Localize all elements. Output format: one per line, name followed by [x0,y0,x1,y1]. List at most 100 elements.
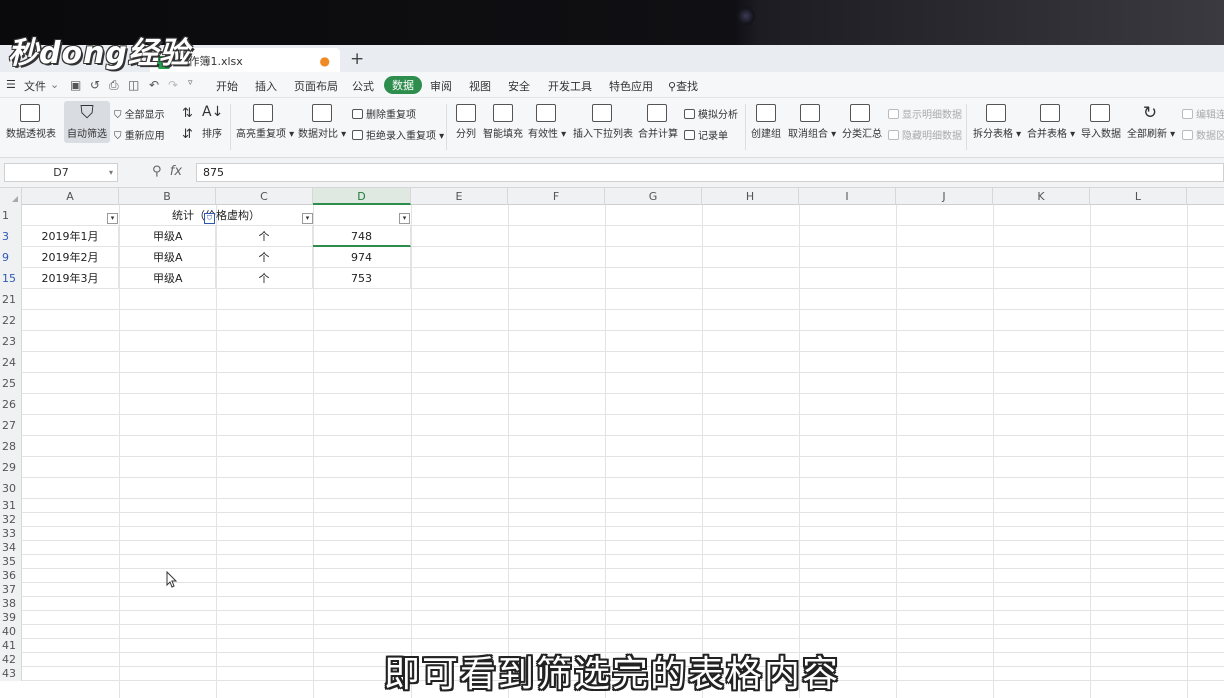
create-group-button[interactable]: 创建组 [751,104,781,140]
save-icon[interactable]: ▣ [70,78,81,92]
cell-d[interactable]: 974 [313,247,411,268]
column-header-a[interactable]: A [22,188,119,205]
subtotal-button[interactable]: 分类汇总 [842,104,882,140]
cell-b[interactable]: 甲级A [119,268,216,289]
column-header-h[interactable]: H [702,188,799,205]
fx-icon[interactable]: fx [170,164,182,179]
menu-view[interactable]: 视图 [469,78,491,94]
search-command[interactable]: ⚲查找 [668,78,698,94]
redo-icon[interactable]: ↷ [168,78,178,92]
row-header[interactable]: 30 [0,478,22,499]
column-header-e[interactable]: E [411,188,508,205]
cell-b[interactable]: 甲级A [119,226,216,247]
menu-file[interactable]: 文件 [24,78,46,94]
row-header[interactable]: 26 [0,394,22,415]
reapply-button[interactable]: ⛉ 重新应用 [114,127,165,142]
column-header-i[interactable]: I [799,188,896,205]
cell-b[interactable]: 甲级A [119,247,216,268]
menu-formula[interactable]: 公式 [352,78,374,94]
sort-desc-icon[interactable]: ⇵ [182,127,193,142]
row-header[interactable]: 9 [0,247,22,268]
edit-links-button[interactable]: 编辑连 [1182,106,1224,121]
row-header[interactable]: 34 [0,541,22,555]
column-header-l[interactable]: L [1090,188,1187,205]
menu-security[interactable]: 安全 [508,78,530,94]
column-header-c[interactable]: C [216,188,313,205]
row-header[interactable]: 33 [0,527,22,541]
menu-insert[interactable]: 插入 [255,78,277,94]
refresh-all-button[interactable]: ↻ 全部刷新 ▾ [1127,104,1175,140]
menu-page-layout[interactable]: 页面布局 [294,78,338,94]
cell-c[interactable]: 个 [216,247,313,268]
row-header[interactable]: 36 [0,569,22,583]
show-detail-button[interactable]: 显示明细数据 [888,106,962,121]
row-header[interactable]: 35 [0,555,22,569]
zoom-icon[interactable]: ⚲ [152,164,162,179]
column-header-g[interactable]: G [605,188,702,205]
highlight-duplicates-button[interactable]: 高亮重复项 ▾ [236,104,294,140]
row-header[interactable]: 24 [0,352,22,373]
header-cell-b[interactable]: 统计（价格虚构） [119,205,313,226]
split-column-button[interactable]: 分列 [453,104,479,140]
row-header[interactable]: 32 [0,513,22,527]
row-header[interactable]: 1 [0,205,22,226]
cell-d[interactable]: 753 [313,268,411,289]
record-form-button[interactable]: 记录单 [684,127,728,142]
row-header[interactable]: 39 [0,611,22,625]
row-header[interactable]: 21 [0,289,22,310]
consolidate-button[interactable]: 合并计算 [638,104,678,140]
cell-a[interactable]: 2019年1月 [22,226,119,247]
cell-a[interactable]: 2019年3月 [22,268,119,289]
cell-a[interactable]: 2019年2月 [22,247,119,268]
row-header[interactable]: 31 [0,499,22,513]
row-header[interactable]: 40 [0,625,22,639]
whatif-button[interactable]: 模拟分析 [684,106,738,121]
filter-active-icon[interactable]: ⛉ [204,213,215,224]
row-header[interactable]: 3 [0,226,22,247]
data-area-button[interactable]: 数据区 [1182,127,1224,142]
row-header[interactable]: 29 [0,457,22,478]
filter-dropdown-a[interactable]: ▾ [107,213,118,224]
spreadsheet-grid[interactable]: A B C D E F G H I J K L 1 ▾ 统计（价格虚构） ⛉ ▾… [0,188,1224,698]
row-header[interactable]: 25 [0,373,22,394]
hide-detail-button[interactable]: 隐藏明细数据 [888,127,962,142]
data-compare-button[interactable]: 数据对比 ▾ [298,104,346,140]
column-header-d[interactable]: D [313,188,411,205]
chevron-down-icon[interactable]: ⌄ [50,78,59,91]
column-header-f[interactable]: F [508,188,605,205]
row-header[interactable]: 23 [0,331,22,352]
preview-icon[interactable]: ◫ [128,78,139,92]
menu-special[interactable]: 特色应用 [609,78,653,94]
menu-review[interactable]: 审阅 [430,78,452,94]
undo-icon[interactable]: ↶ [149,78,159,92]
select-all-corner[interactable] [0,188,22,205]
smart-fill-button[interactable]: 智能填充 [483,104,523,140]
sort-button[interactable]: A↓ 排序 [200,104,224,140]
new-tab-button[interactable]: + [350,49,364,69]
column-header-j[interactable]: J [896,188,993,205]
cell-c[interactable]: 个 [216,268,313,289]
column-header-b[interactable]: B [119,188,216,205]
filter-dropdown-d[interactable]: ▾ [399,213,410,224]
row-header[interactable]: 22 [0,310,22,331]
menu-data[interactable]: 数据 [384,76,422,94]
insert-dropdown-button[interactable]: 插入下拉列表 [573,104,633,140]
cell-d[interactable]: 748 [313,226,411,247]
column-header-k[interactable]: K [993,188,1090,205]
reject-duplicates-button[interactable]: 拒绝录入重复项 ▾ [352,127,444,142]
row-header[interactable]: 38 [0,597,22,611]
name-box[interactable]: D7 ▾ [4,163,118,182]
autofilter-button[interactable]: ⛉ 自动筛选 [64,101,110,143]
ungroup-button[interactable]: 取消组合 ▾ [788,104,836,140]
row-header[interactable]: 15 [0,268,22,289]
show-all-button[interactable]: ⛉ 全部显示 [114,106,165,121]
validity-button[interactable]: 有效性 ▾ [528,104,566,140]
menu-home[interactable]: 开始 [216,78,238,94]
merge-table-button[interactable]: 合并表格 ▾ [1027,104,1075,140]
formula-input[interactable]: 875 [196,163,1224,182]
row-header[interactable]: 27 [0,415,22,436]
undo-history-icon[interactable]: ↺ [90,78,100,92]
sort-asc-icon[interactable]: ⇅ [182,106,193,121]
hamburger-icon[interactable]: ☰ [6,78,16,91]
import-data-button[interactable]: 导入数据 [1081,104,1121,140]
